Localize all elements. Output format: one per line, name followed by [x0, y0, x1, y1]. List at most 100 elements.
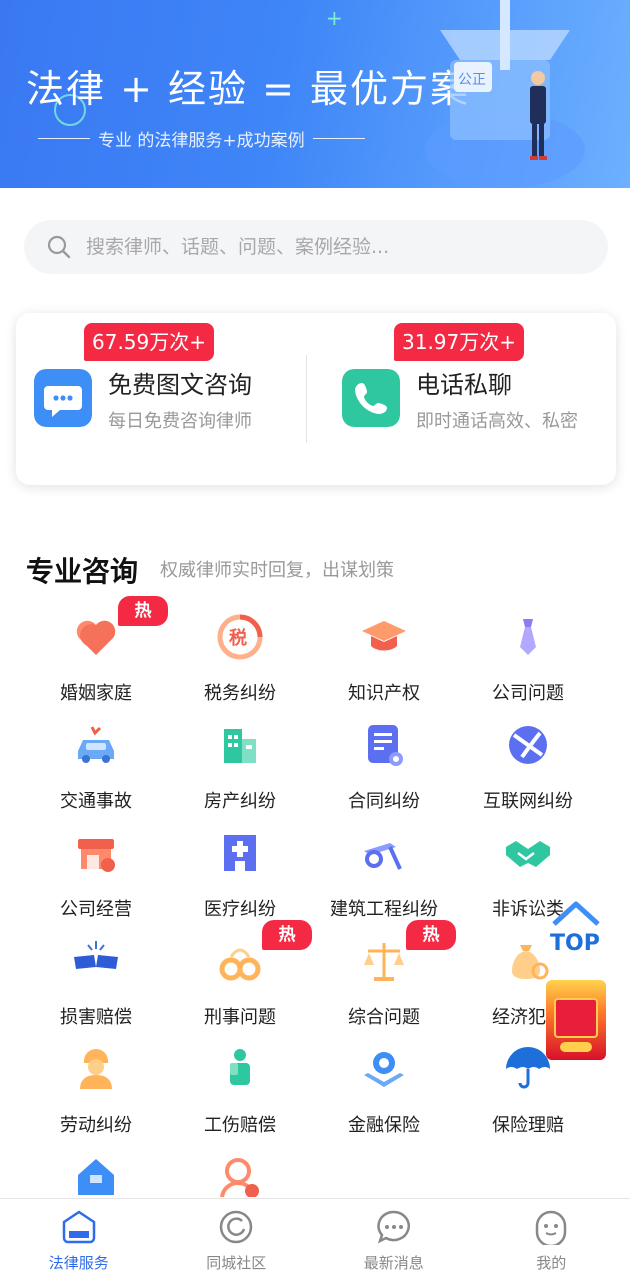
- category-item[interactable]: 税 税务纠纷: [168, 595, 312, 704]
- law-service-icon: [62, 1210, 95, 1244]
- category-item[interactable]: 损害赔偿: [24, 919, 168, 1028]
- handcuffs-icon: [219, 948, 261, 981]
- heart-icon: [76, 620, 116, 655]
- chat-icon: [34, 369, 92, 427]
- consult-count-badge: 31.97万次+: [394, 323, 525, 361]
- consult-card: 67.59万次+ 免费图文咨询 每日免费咨询律师 31.97万次+ 电话私聊 即…: [16, 313, 616, 485]
- category-item[interactable]: [24, 1135, 168, 1197]
- divider-line: [38, 138, 90, 139]
- category-label: 交通事故: [60, 791, 132, 812]
- tab-profile[interactable]: 我的: [473, 1199, 630, 1280]
- back-to-top-button[interactable]: TOP: [546, 898, 606, 958]
- card-divider: [306, 355, 307, 443]
- consult-title: 电话私聊: [416, 371, 512, 399]
- search-input[interactable]: [86, 236, 566, 258]
- category-label: 建筑工程纠纷: [330, 899, 438, 920]
- category-label: 婚姻家庭: [60, 683, 132, 704]
- nav-label: 法律服务: [48, 1254, 109, 1272]
- finance-icon: [364, 1052, 404, 1087]
- category-label: 综合问题: [348, 1007, 420, 1028]
- category-item[interactable]: 热门 刑事问题: [168, 919, 312, 1028]
- consult-desc: 每日免费咨询律师: [108, 411, 252, 432]
- message-icon: [377, 1210, 410, 1244]
- divider-line: [312, 138, 365, 139]
- hot-badge: 热门: [262, 920, 312, 975]
- category-item[interactable]: 公司问题: [456, 595, 600, 704]
- broken-icon: [74, 941, 118, 969]
- section-subtitle: 权威律师实时回复，出谋划策: [160, 560, 394, 581]
- profile-icon: [536, 1210, 567, 1245]
- sparkle-icon: +: [326, 6, 343, 30]
- money-bag-icon: [512, 945, 549, 980]
- phone-consult[interactable]: 31.97万次+ 电话私聊 即时通话高效、私密: [324, 313, 614, 485]
- tab-messages[interactable]: 最新消息: [315, 1199, 473, 1280]
- category-label: 金融保险: [348, 1115, 420, 1136]
- category-item[interactable]: 互联网纠纷: [456, 703, 600, 812]
- category-item[interactable]: 合同纠纷: [312, 703, 456, 812]
- category-label: 知识产权: [348, 683, 420, 704]
- top-label: TOP: [550, 931, 600, 956]
- category-item[interactable]: 热门 婚姻家庭: [24, 595, 168, 704]
- tax-icon: 税: [217, 614, 263, 660]
- category-label: 互联网纠纷: [483, 791, 573, 812]
- category-item[interactable]: 热门 综合问题: [312, 919, 456, 1028]
- umbrella-icon: [506, 1047, 550, 1089]
- consult-desc: 即时通话高效、私密: [416, 411, 578, 432]
- tie-icon: [520, 619, 536, 655]
- red-packet-promo[interactable]: [546, 980, 606, 1060]
- hot-badge: 热门: [406, 920, 456, 975]
- banner-subtitle-text: 专业 的法律服务+成功案例: [98, 131, 305, 151]
- category-item[interactable]: 公司经营: [24, 811, 168, 920]
- handshake-icon: [506, 841, 550, 867]
- search-bar[interactable]: [24, 220, 608, 274]
- category-item[interactable]: 知识产权: [312, 595, 456, 704]
- category-label: 刑事问题: [204, 1007, 276, 1028]
- category-label: 公司问题: [492, 683, 564, 704]
- scales-icon: [364, 943, 404, 981]
- category-label: 损害赔偿: [60, 1007, 132, 1028]
- section-title: 专业咨询: [26, 555, 139, 588]
- injury-icon: [230, 1049, 250, 1085]
- category-item[interactable]: [168, 1135, 312, 1197]
- red-envelope-icon: [554, 998, 598, 1038]
- category-item[interactable]: 医疗纠纷: [168, 811, 312, 920]
- justice-illustration-icon: 公正: [425, 0, 585, 188]
- contract-icon: [368, 725, 403, 766]
- category-item[interactable]: 房产纠纷: [168, 703, 312, 812]
- banner-subtitle: 专业 的法律服务+成功案例: [38, 126, 365, 151]
- category-label: 工伤赔偿: [204, 1115, 276, 1136]
- phone-icon: [342, 369, 400, 427]
- consult-title: 免费图文咨询: [108, 371, 252, 399]
- nav-label: 同城社区: [206, 1254, 267, 1272]
- svg-text:税: 税: [229, 627, 247, 649]
- svg-text:公正: 公正: [458, 72, 486, 88]
- construction-icon: [364, 843, 402, 870]
- category-item[interactable]: 劳动纠纷: [24, 1027, 168, 1136]
- category-label: 保险理赔: [492, 1115, 564, 1136]
- community-icon: [220, 1210, 253, 1244]
- building-icon: [224, 729, 256, 763]
- hero-banner[interactable]: + 法律 + 经验 = 最优方案 专业 的法律服务+成功案例 公正: [0, 0, 630, 188]
- category-item[interactable]: 建筑工程纠纷: [312, 811, 456, 920]
- promo-button-shape: [560, 1042, 592, 1052]
- car-crash-icon: [78, 726, 114, 763]
- hospital-icon: [224, 835, 256, 871]
- nav-label: 我的: [536, 1254, 567, 1272]
- search-icon: [47, 235, 71, 259]
- category-item[interactable]: 金融保险: [312, 1027, 456, 1136]
- globe-icon: [509, 726, 547, 764]
- category-label: 公司经营: [60, 899, 132, 920]
- category-item[interactable]: 工伤赔偿: [168, 1027, 312, 1136]
- bottom-nav: 法律服务 同城社区 最新消息 我的: [0, 1198, 630, 1280]
- category-label: 劳动纠纷: [60, 1115, 132, 1136]
- category-label: 税务纠纷: [204, 683, 276, 704]
- tab-law-service[interactable]: 法律服务: [0, 1199, 158, 1280]
- category-label: 房产纠纷: [204, 791, 276, 812]
- free-text-consult[interactable]: 67.59万次+ 免费图文咨询 每日免费咨询律师: [16, 313, 306, 485]
- category-item[interactable]: 交通事故: [24, 703, 168, 812]
- worker-icon: [80, 1049, 112, 1089]
- tab-community[interactable]: 同城社区: [158, 1199, 316, 1280]
- category-label: 医疗纠纷: [204, 899, 276, 920]
- shop-icon: [78, 839, 115, 872]
- consult-count-badge: 67.59万次+: [84, 323, 215, 361]
